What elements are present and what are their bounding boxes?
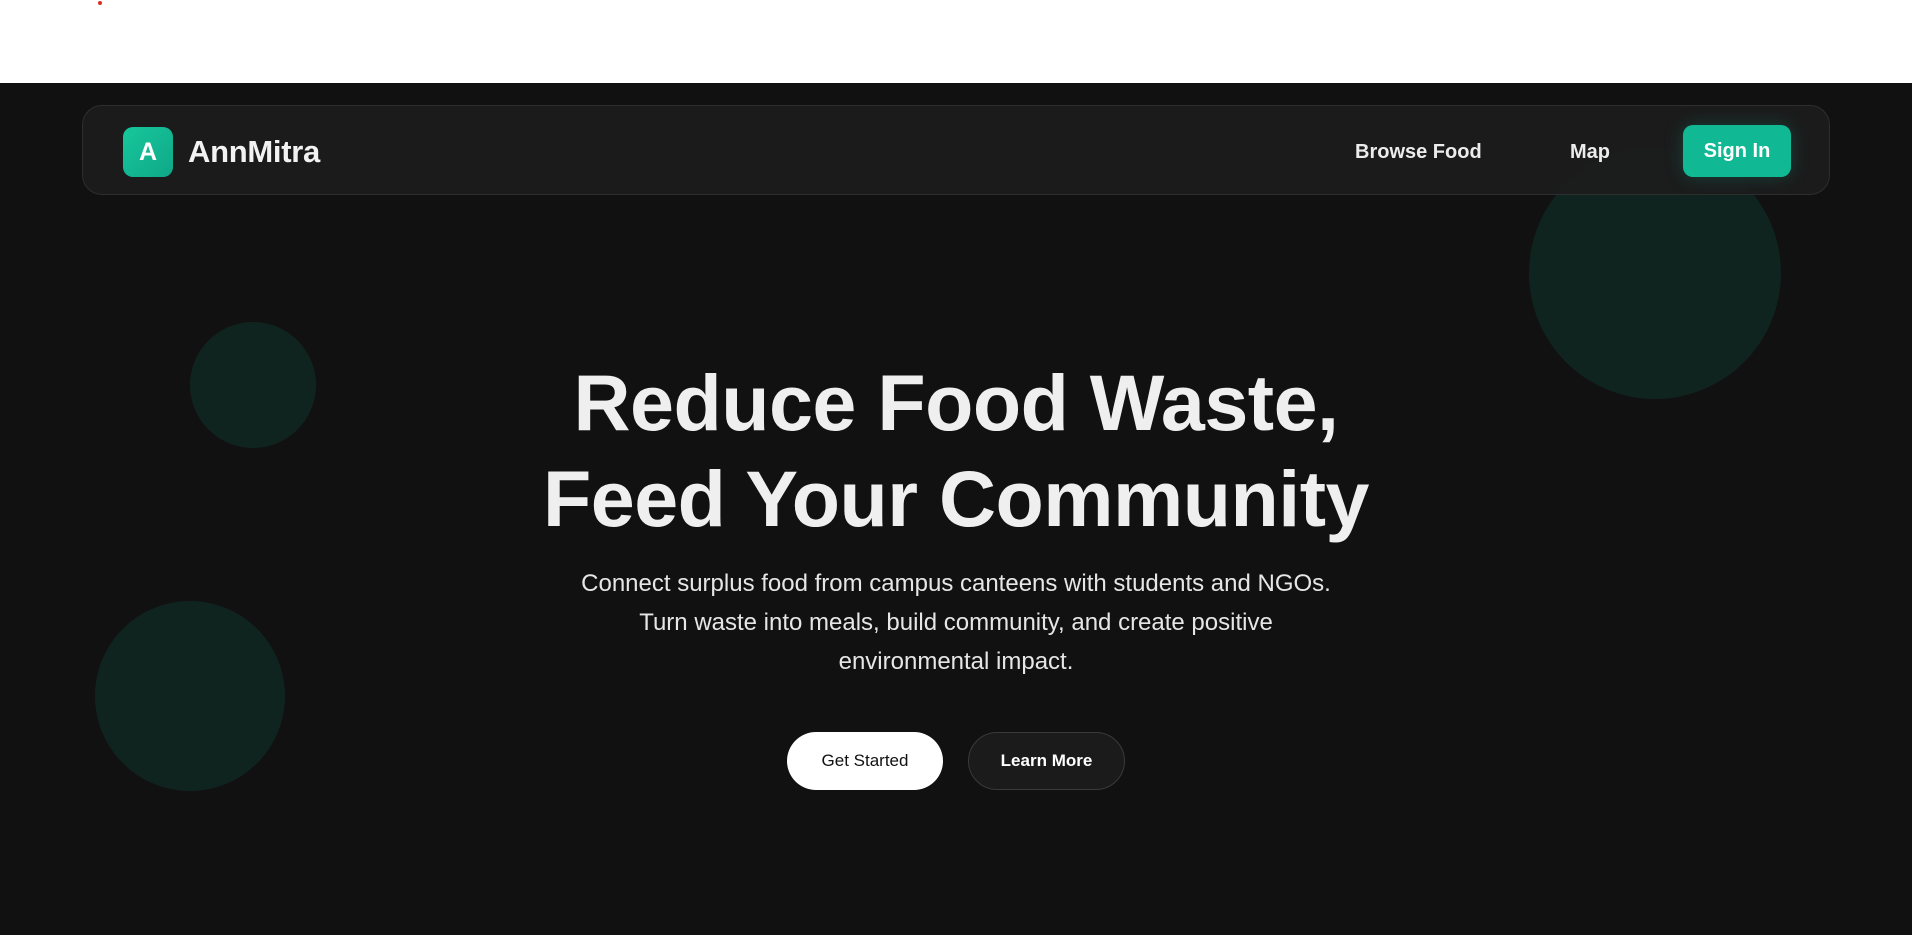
navbar: A AnnMitra Browse Food Map Sign In: [82, 105, 1830, 195]
red-dot-marker: [98, 1, 102, 5]
get-started-button[interactable]: Get Started: [787, 732, 943, 790]
sign-in-button[interactable]: Sign In: [1683, 125, 1791, 177]
decorative-circle: [95, 601, 285, 791]
hero-subtext: Connect surplus food from campus canteen…: [581, 570, 1331, 675]
top-white-strip: [0, 0, 1912, 83]
brand-name[interactable]: AnnMitra: [188, 132, 320, 172]
hero-headline: Reduce Food Waste, Feed Your Community: [0, 355, 1912, 547]
nav-map-link[interactable]: Map: [1570, 140, 1610, 164]
headline-line-1: Reduce Food Waste,: [573, 358, 1340, 447]
hero-section: A AnnMitra Browse Food Map Sign In Reduc…: [0, 83, 1912, 935]
learn-more-button[interactable]: Learn More: [968, 732, 1125, 790]
nav-browse-food-link[interactable]: Browse Food: [1355, 140, 1482, 164]
headline-line-2: Feed Your Community: [543, 454, 1369, 543]
logo-icon[interactable]: A: [123, 127, 173, 177]
